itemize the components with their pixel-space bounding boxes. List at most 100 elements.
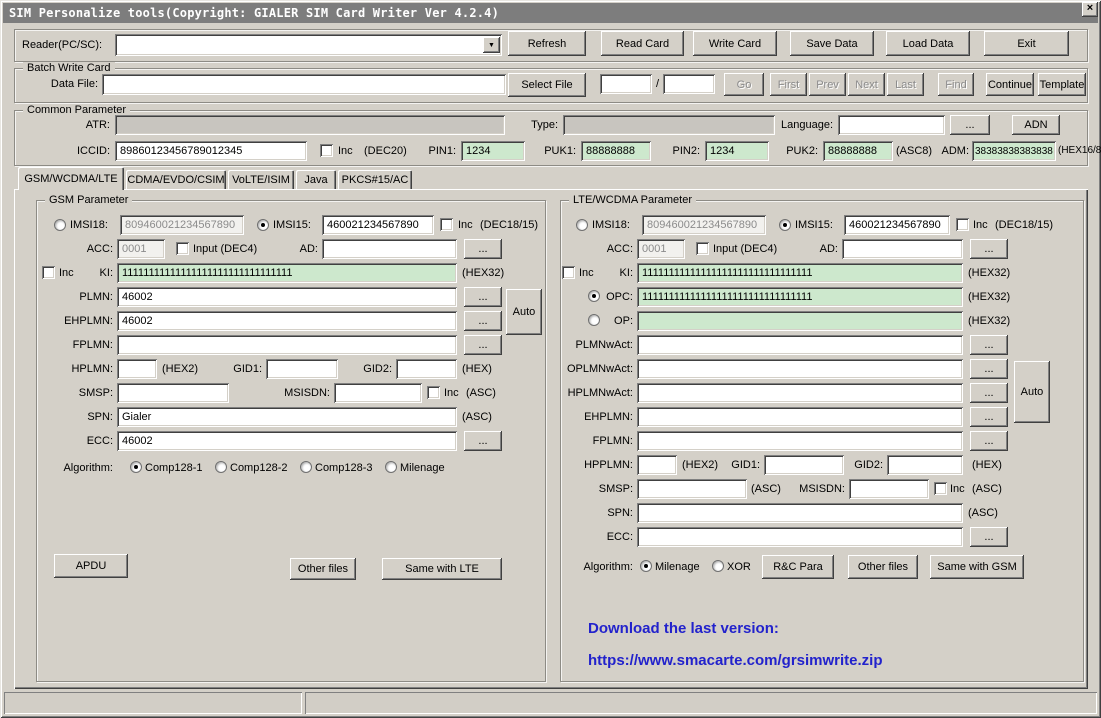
lte-spn-input[interactable]	[637, 503, 963, 523]
read-card-button[interactable]: Read Card	[601, 31, 684, 56]
gsm-imsi18-radio[interactable]	[54, 219, 66, 231]
prev-button[interactable]: Prev	[809, 73, 846, 96]
apdu-button[interactable]: APDU	[54, 554, 128, 578]
lte-xor-radio[interactable]	[712, 560, 724, 572]
gsm-msisdn-inc-checkbox[interactable]	[427, 386, 440, 399]
gsm-comp128-2-radio[interactable]	[215, 461, 227, 473]
go-button[interactable]: Go	[724, 73, 764, 96]
gsm-fplmn-browse-button[interactable]: ...	[464, 335, 502, 355]
lte-op-radio[interactable]	[588, 314, 600, 326]
lte-msisdn-input[interactable]	[849, 479, 929, 499]
lte-imsi-inc-checkbox[interactable]	[956, 218, 969, 231]
lte-hplmnwact-browse-button[interactable]: ...	[970, 383, 1008, 403]
data-file-input[interactable]	[102, 74, 506, 95]
puk2-input[interactable]	[823, 141, 893, 161]
gsm-gid2-input[interactable]	[396, 359, 457, 379]
gsm-gid1-input[interactable]	[266, 359, 338, 379]
lte-ki-inc-checkbox[interactable]	[562, 266, 575, 279]
continue-button[interactable]: Continue	[986, 73, 1034, 96]
lte-plmnwact-input[interactable]	[637, 335, 963, 355]
gsm-milenage-radio[interactable]	[385, 461, 397, 473]
lte-oplmnwact-browse-button[interactable]: ...	[970, 359, 1008, 379]
lte-acc-input-checkbox[interactable]	[696, 242, 709, 255]
gsm-plmn-browse-button[interactable]: ...	[464, 287, 502, 307]
lte-auto-button[interactable]: Auto	[1014, 361, 1050, 423]
lte-msisdn-inc-checkbox[interactable]	[934, 482, 947, 495]
gsm-spn-input[interactable]	[117, 407, 457, 427]
gsm-msisdn-input[interactable]	[334, 383, 422, 403]
lte-smsp-input[interactable]	[637, 479, 747, 499]
gsm-ecc-input[interactable]	[117, 431, 457, 451]
lte-imsi15-input[interactable]	[844, 215, 950, 235]
tab-java[interactable]: Java	[296, 170, 336, 190]
download-url-link[interactable]: https://www.smacarte.com/grsimwrite.zip	[588, 652, 883, 669]
same-with-lte-button[interactable]: Same with LTE	[382, 558, 502, 580]
lte-fplmn-browse-button[interactable]: ...	[970, 431, 1008, 451]
lte-ecc-browse-button[interactable]: ...	[970, 527, 1008, 547]
gsm-ad-browse-button[interactable]: ...	[464, 239, 502, 259]
page-from-input[interactable]	[600, 74, 652, 94]
gsm-ki-inc-checkbox[interactable]	[42, 266, 55, 279]
same-with-gsm-button[interactable]: Same with GSM	[930, 555, 1024, 579]
lte-ecc-input[interactable]	[637, 527, 963, 547]
gsm-auto-button[interactable]: Auto	[506, 289, 542, 335]
lte-gid1-input[interactable]	[764, 455, 844, 475]
exit-button[interactable]: Exit	[984, 31, 1069, 56]
lte-ad-input[interactable]	[842, 239, 963, 259]
save-data-button[interactable]: Save Data	[790, 31, 874, 56]
template-button[interactable]: Template	[1038, 73, 1086, 96]
lte-hplmnwact-input[interactable]	[637, 383, 963, 403]
reader-combobox[interactable]	[115, 34, 502, 56]
lte-gid2-input[interactable]	[887, 455, 963, 475]
iccid-input[interactable]	[115, 141, 307, 161]
lte-op-input[interactable]	[637, 311, 963, 331]
lte-imsi18-radio[interactable]	[576, 219, 588, 231]
gsm-plmn-input[interactable]	[117, 287, 457, 307]
gsm-ecc-browse-button[interactable]: ...	[464, 431, 502, 451]
tab-pkcs15-ac[interactable]: PKCS#15/AC	[338, 170, 412, 190]
gsm-acc-input-checkbox[interactable]	[176, 242, 189, 255]
last-button[interactable]: Last	[887, 73, 924, 96]
gsm-comp128-3-radio[interactable]	[300, 461, 312, 473]
lte-oplmnwact-input[interactable]	[637, 359, 963, 379]
refresh-button[interactable]: Refresh	[508, 31, 586, 56]
lte-imsi15-radio[interactable]	[779, 219, 791, 231]
next-button[interactable]: Next	[848, 73, 885, 96]
gsm-imsi15-input[interactable]	[322, 215, 434, 235]
pin2-input[interactable]	[705, 141, 769, 161]
chevron-down-icon[interactable]: ▼	[483, 37, 500, 53]
tab-cdma-evdo-csim[interactable]: CDMA/EVDO/CSIM	[126, 170, 226, 190]
iccid-inc-checkbox[interactable]	[320, 144, 333, 157]
puk1-input[interactable]	[581, 141, 651, 161]
gsm-smsp-input[interactable]	[117, 383, 229, 403]
gsm-fplmn-input[interactable]	[117, 335, 457, 355]
gsm-other-files-button[interactable]: Other files	[290, 558, 356, 580]
page-to-input[interactable]	[663, 74, 715, 94]
tab-volte-isim[interactable]: VoLTE/ISIM	[228, 170, 294, 190]
lte-ki-input[interactable]	[637, 263, 963, 283]
lte-opc-input[interactable]	[637, 287, 963, 307]
gsm-ad-input[interactable]	[322, 239, 457, 259]
gsm-ehplmn-browse-button[interactable]: ...	[464, 311, 502, 331]
lte-plmnwact-browse-button[interactable]: ...	[970, 335, 1008, 355]
gsm-imsi-inc-checkbox[interactable]	[440, 218, 453, 231]
gsm-imsi15-radio[interactable]	[257, 219, 269, 231]
lte-milenage-radio[interactable]	[640, 560, 652, 572]
lte-hpplmn-input[interactable]	[637, 455, 677, 475]
lte-ehplmn-input[interactable]	[637, 407, 963, 427]
rc-para-button[interactable]: R&C Para	[762, 555, 834, 579]
close-icon[interactable]: ×	[1082, 2, 1098, 17]
language-input[interactable]	[838, 115, 945, 135]
gsm-ehplmn-input[interactable]	[117, 311, 457, 331]
find-button[interactable]: Find	[938, 73, 974, 96]
lte-ehplmn-browse-button[interactable]: ...	[970, 407, 1008, 427]
load-data-button[interactable]: Load Data	[886, 31, 970, 56]
first-button[interactable]: First	[770, 73, 807, 96]
gsm-comp128-1-radio[interactable]	[130, 461, 142, 473]
lte-other-files-button[interactable]: Other files	[848, 555, 918, 579]
select-file-button[interactable]: Select File	[508, 73, 586, 97]
pin1-input[interactable]	[461, 141, 525, 161]
lte-fplmn-input[interactable]	[637, 431, 963, 451]
lte-ad-browse-button[interactable]: ...	[970, 239, 1008, 259]
language-browse-button[interactable]: ...	[950, 115, 990, 135]
